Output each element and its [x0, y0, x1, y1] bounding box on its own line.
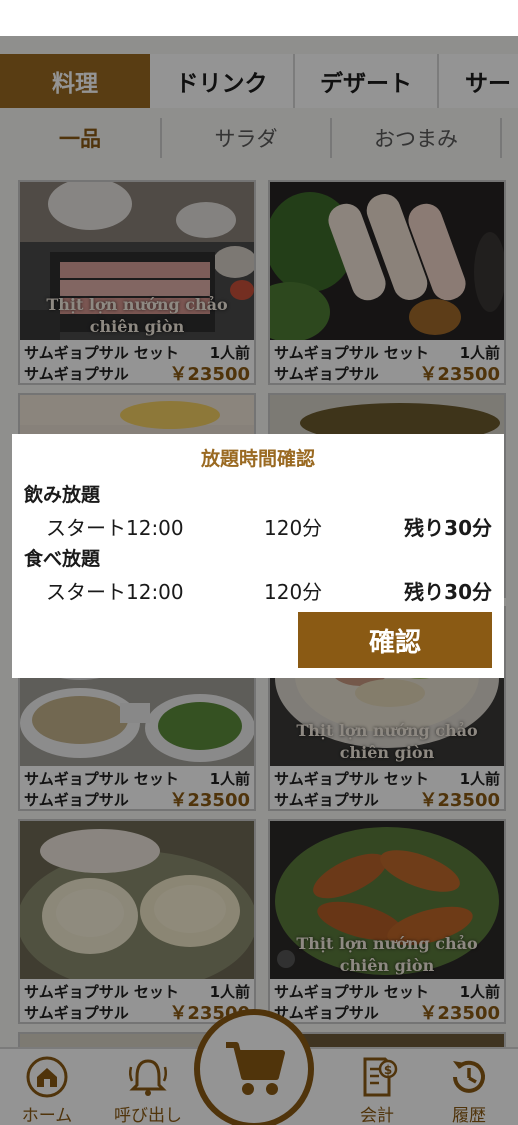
drink-duration: 120分 [264, 516, 323, 540]
drink-plan-label: 飲み放題 [24, 484, 101, 506]
drink-start-time: スタート12:00 [46, 516, 184, 540]
food-plan-label: 食べ放題 [24, 548, 101, 570]
food-duration: 120分 [264, 580, 323, 604]
all-you-can-eat-time-dialog: 放題時間確認 飲み放題 スタート12:00 120分 残り30分 食べ放題 スタ… [12, 434, 504, 678]
confirm-button[interactable]: 確認 [298, 612, 492, 668]
status-bar-area [0, 0, 518, 36]
food-remaining: 残り30分 [404, 580, 492, 604]
food-start-time: スタート12:00 [46, 580, 184, 604]
drink-remaining: 残り30分 [404, 516, 492, 540]
dialog-title: 放題時間確認 [200, 448, 315, 470]
